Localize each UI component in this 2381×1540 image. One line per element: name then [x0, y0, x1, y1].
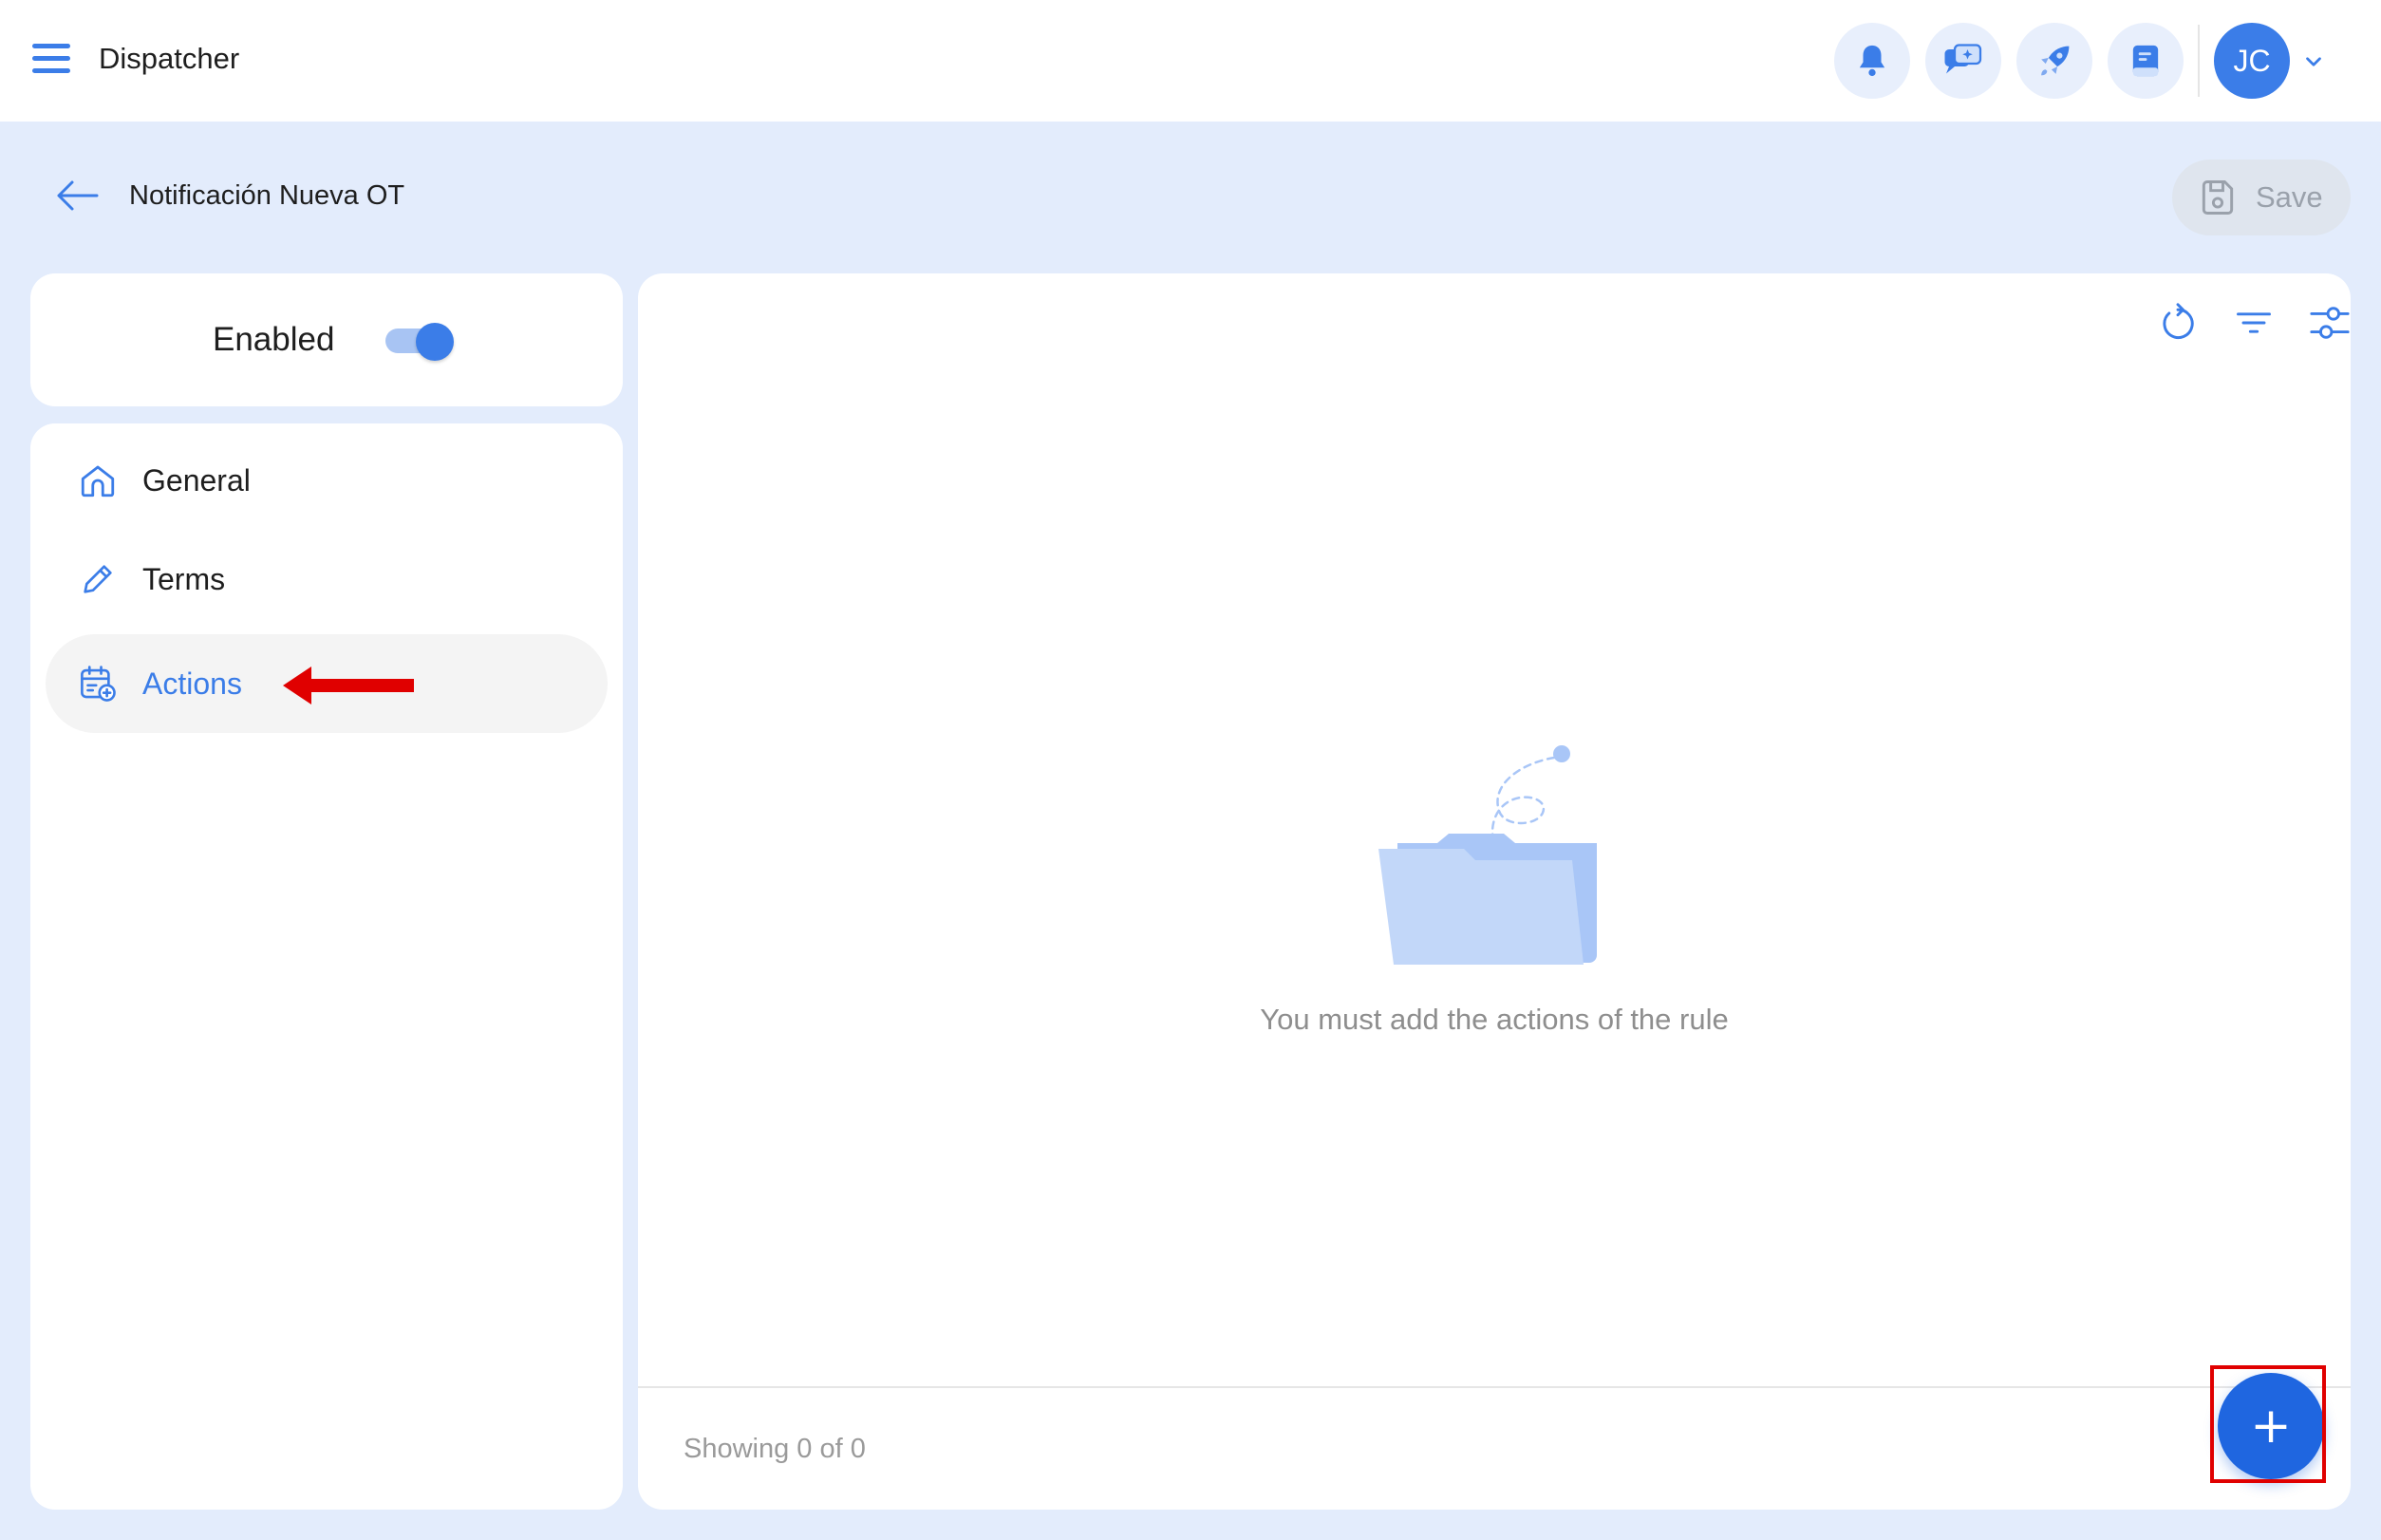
actions-panel: You must add the actions of the rule Sho…: [638, 273, 2351, 1510]
settings-button[interactable]: [2301, 294, 2351, 351]
nav-item-general[interactable]: General: [46, 431, 608, 530]
nav-item-terms[interactable]: Terms: [46, 530, 608, 629]
save-label: Save: [2256, 180, 2323, 214]
topbar-divider: [2198, 25, 2200, 97]
notifications-button[interactable]: [1834, 23, 1910, 99]
page-title: Notificación Nueva OT: [129, 180, 405, 211]
pagination-summary: Showing 0 of 0: [684, 1434, 866, 1464]
pencil-icon: [78, 559, 118, 599]
enabled-label: Enabled: [213, 321, 335, 358]
enabled-card: Enabled: [30, 273, 623, 406]
chat-button[interactable]: [1925, 23, 2001, 99]
rocket-icon: [2041, 46, 2070, 76]
filter-icon: [2237, 312, 2271, 333]
filter-button[interactable]: [2225, 294, 2282, 351]
user-avatar[interactable]: JC: [2214, 23, 2290, 99]
launch-button[interactable]: [2016, 23, 2092, 99]
footer-divider: [638, 1386, 2351, 1388]
refresh-button[interactable]: [2149, 294, 2206, 351]
calendar-add-icon: [78, 664, 118, 704]
app-title: Dispatcher: [99, 42, 240, 75]
annotation-arrow-icon: [283, 667, 414, 704]
refresh-icon: [2163, 303, 2194, 340]
rule-sections-nav: General Terms Actions: [30, 423, 623, 1510]
chevron-down-icon[interactable]: [2301, 49, 2326, 74]
nav-item-label: Actions: [142, 666, 242, 701]
back-arrow-icon[interactable]: [55, 178, 99, 213]
empty-state-message: You must add the actions of the rule: [1260, 1003, 1729, 1036]
enabled-toggle[interactable]: [384, 323, 456, 361]
nav-item-label: General: [142, 462, 251, 498]
bell-icon: [1859, 45, 1885, 77]
sliders-icon: [2310, 307, 2350, 339]
home-icon: [78, 460, 118, 500]
chat-sparkle-icon: [1944, 44, 1982, 74]
book-icon: [2132, 45, 2159, 77]
annotation-highlight-box: [2210, 1365, 2326, 1483]
save-button[interactable]: Save: [2172, 160, 2351, 235]
save-icon: [2202, 180, 2234, 215]
empty-folder-illustration: [1378, 745, 1597, 965]
top-bar: Dispatcher JC: [0, 0, 2381, 122]
toggle-knob: [416, 323, 454, 361]
menu-icon[interactable]: [32, 44, 70, 76]
nav-item-label: Terms: [142, 561, 226, 596]
docs-button[interactable]: [2108, 23, 2184, 99]
